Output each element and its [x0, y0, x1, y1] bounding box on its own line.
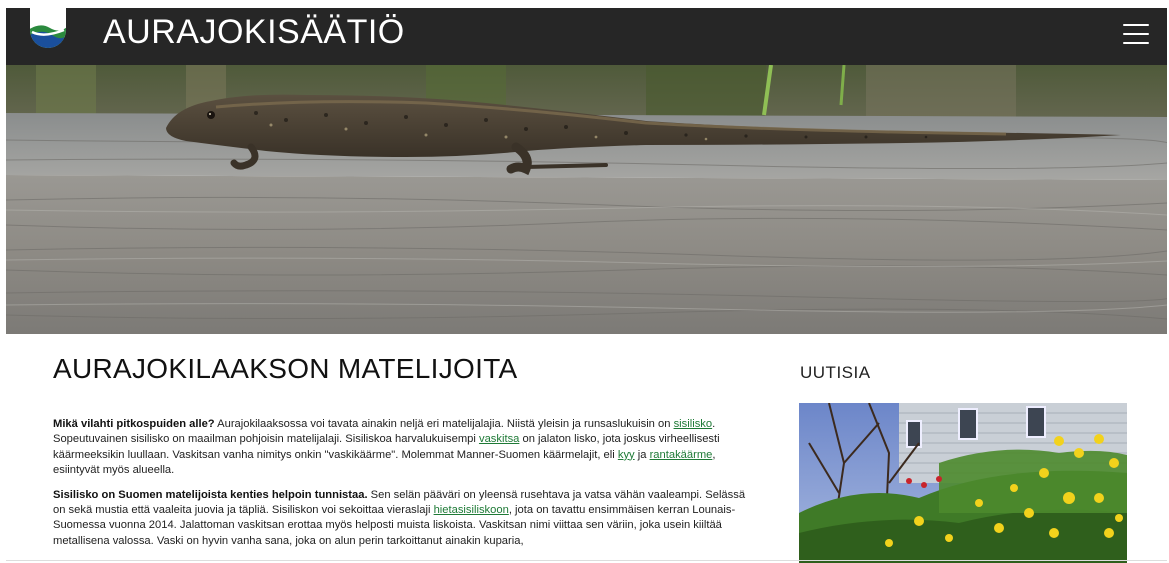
page-title: AURAJOKILAAKSON MATELIJOITA — [53, 353, 518, 384]
site-header: AURAJOKISÄÄTIÖ — [6, 8, 1167, 65]
article-body: Mikä vilahti pitkospuiden alle? Aurajoki… — [53, 417, 753, 558]
hamburger-menu-icon[interactable] — [1123, 22, 1149, 46]
link-hietasisilisko[interactable]: hietasisiliskoon — [434, 504, 509, 516]
aurajoki-foundation-logo-icon[interactable] — [28, 8, 68, 50]
article-paragraph-1: Mikä vilahti pitkospuiden alle? Aurajoki… — [53, 417, 753, 479]
news-item-image[interactable] — [799, 403, 1127, 563]
hero-lizard-image — [6, 65, 1167, 334]
lead-sentence: Sisilisko on Suomen matelijoista kenties… — [53, 488, 368, 501]
link-kyy[interactable]: kyy — [618, 449, 635, 461]
lead-sentence: Mikä vilahti pitkospuiden alle? — [53, 418, 215, 430]
link-rantakaarme[interactable]: rantakäärme — [650, 449, 713, 461]
link-sisilisko[interactable]: sisilisko — [674, 418, 713, 430]
news-heading: UUTISIA — [800, 363, 871, 382]
site-title[interactable]: AURAJOKISÄÄTIÖ — [103, 12, 405, 52]
divider — [6, 560, 1167, 561]
page: AURAJOKISÄÄTIÖ AURAJOKILAAKSON MATELIJOI… — [6, 8, 1167, 563]
article-paragraph-2: Sisilisko on Suomen matelijoista kenties… — [53, 488, 753, 550]
link-vaskitsa[interactable]: vaskitsa — [479, 433, 519, 445]
paragraph-text: ja — [634, 448, 650, 461]
paragraph-text: Aurajokilaaksossa voi tavata ainakin nel… — [214, 418, 674, 430]
